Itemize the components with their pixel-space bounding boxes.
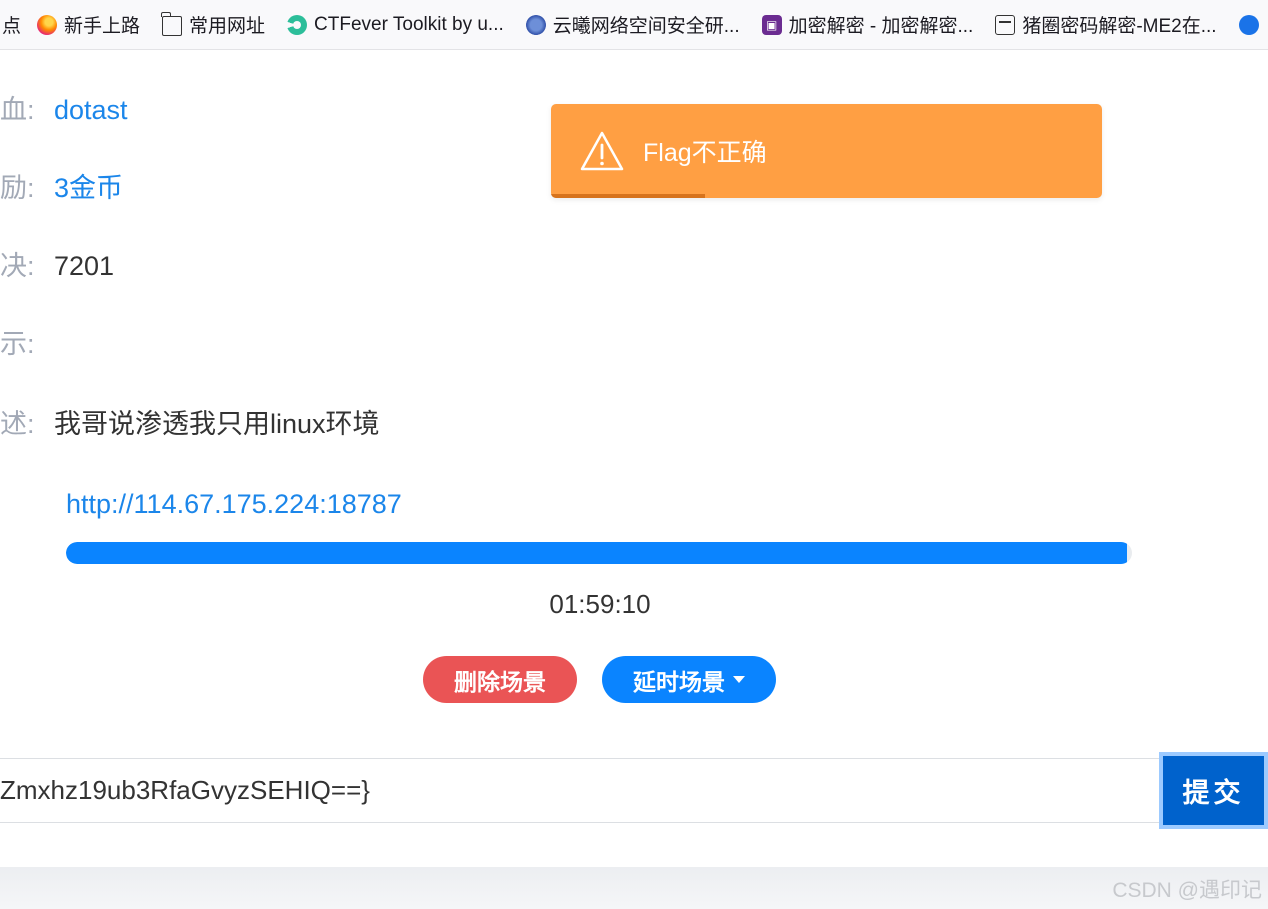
- scene-time-progress-fill: [66, 542, 1127, 564]
- submit-flag-button[interactable]: 提交: [1159, 752, 1268, 829]
- bookmark-item[interactable]: 猪圈密码解密-ME2在...: [995, 0, 1217, 49]
- bookmark-label: 云曦网络空间安全研...: [552, 16, 740, 37]
- scene-countdown-timer: 01:59:10: [549, 589, 651, 619]
- info-row-reward: 励: 3金币: [0, 170, 123, 206]
- scene-time-progress: [66, 542, 1132, 564]
- toast-timer-bar: [551, 194, 706, 198]
- bookmark-label: 常用网址: [189, 16, 266, 37]
- info-label: 励:: [0, 173, 35, 203]
- warning-icon: [580, 131, 624, 171]
- delete-scene-button[interactable]: 删除场景: [423, 656, 577, 703]
- info-label: 述:: [0, 409, 35, 439]
- bookmarks-bar: 点 新手上路 常用网址 CTFever Toolkit by u... 云曦网络…: [0, 0, 1268, 50]
- reward-value[interactable]: 3金币: [54, 173, 123, 203]
- delay-scene-label: 延时场景: [633, 669, 725, 696]
- info-label: 示:: [0, 329, 35, 359]
- flag-error-toast[interactable]: Flag不正确: [551, 104, 1102, 198]
- folder-icon: [161, 11, 183, 36]
- first-blood-user-link[interactable]: dotast: [54, 95, 128, 125]
- bookmark-label: CTFever Toolkit by u...: [314, 13, 504, 35]
- ctfever-icon: [287, 14, 308, 35]
- toast-message: Flag不正确: [643, 139, 767, 167]
- csdn-watermark: CSDN @遇印记: [1112, 879, 1262, 902]
- description-value: 我哥说渗透我只用linux环境: [54, 409, 380, 439]
- firefox-icon: [37, 14, 58, 35]
- crypto-icon: ▣: [761, 14, 782, 35]
- bookmark-label: 点: [2, 16, 22, 37]
- bookmark-item[interactable]: 云曦网络空间安全研...: [525, 0, 740, 49]
- delete-scene-label: 删除场景: [454, 669, 546, 696]
- bookmark-item[interactable]: [1238, 0, 1266, 49]
- bookmark-label: 猪圈密码解密-ME2在...: [1022, 16, 1217, 37]
- scene-url-link[interactable]: http://114.67.175.224:18787: [66, 487, 402, 521]
- page-footer: [0, 867, 1268, 909]
- bookmark-item[interactable]: ▣ 加密解密 - 加密解密...: [761, 0, 974, 49]
- info-label: 决:: [0, 251, 35, 281]
- bookmark-label: 加密解密 - 加密解密...: [788, 16, 974, 37]
- bookmark-label: 新手上路: [64, 16, 141, 37]
- pigpen-icon: [995, 14, 1016, 35]
- info-row-solves: 决: 7201: [0, 248, 114, 284]
- caret-down-icon: [733, 676, 745, 683]
- delay-scene-dropdown-button[interactable]: 延时场景: [602, 656, 776, 703]
- divider: [0, 822, 1160, 823]
- yunxi-icon: [525, 14, 546, 35]
- bookmark-item[interactable]: 点: [2, 0, 22, 49]
- flag-input[interactable]: [0, 759, 1158, 822]
- info-label: 血:: [0, 95, 35, 125]
- bookmark-item[interactable]: 新手上路: [37, 0, 141, 49]
- globe-icon: [1238, 14, 1259, 35]
- info-row-first-blood: 血: dotast: [0, 92, 128, 128]
- info-row-description: 述: 我哥说渗透我只用linux环境: [0, 406, 380, 442]
- bookmark-item[interactable]: CTFever Toolkit by u...: [287, 0, 504, 49]
- bookmark-folder[interactable]: 常用网址: [161, 0, 266, 49]
- solves-value: 7201: [54, 251, 115, 281]
- info-row-hint: 示:: [0, 326, 54, 362]
